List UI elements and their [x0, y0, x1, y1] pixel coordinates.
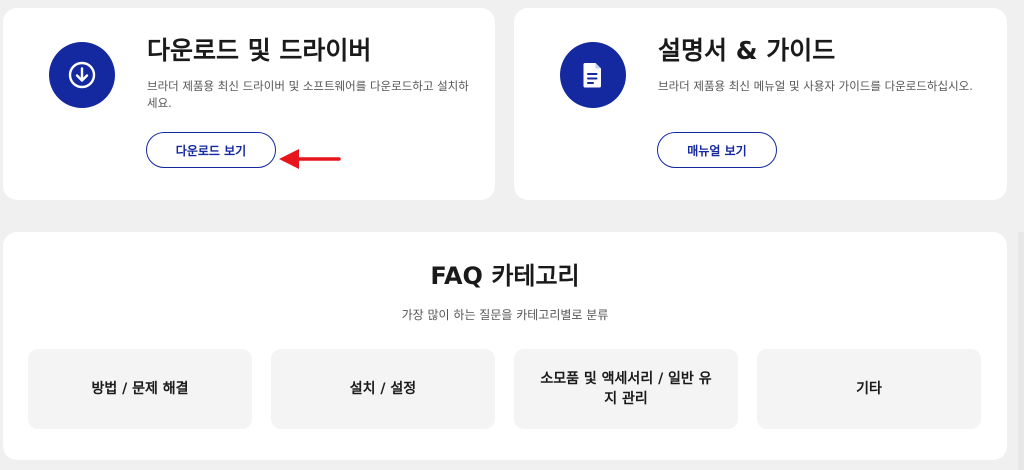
support-page: 다운로드 및 드라이버 브라더 제품용 최신 드라이버 및 소프트웨어를 다운로… — [0, 0, 1024, 470]
manual-card-description: 브라더 제품용 최신 메뉴얼 및 사용자 가이드를 다운로드하십시오. — [658, 79, 973, 93]
faq-category-install[interactable]: 설치 / 설정 — [271, 349, 495, 429]
document-icon — [560, 42, 626, 108]
faq-category-supplies[interactable]: 소모품 및 액세서리 / 일반 유지 관리 — [514, 349, 738, 429]
download-card-description: 브라더 제품용 최신 드라이버 및 소프트웨어를 다운로드하고 설치하세요. — [147, 79, 469, 110]
download-card-title: 다운로드 및 드라이버 — [147, 36, 372, 65]
scrollbar-track[interactable] — [1018, 232, 1024, 470]
download-card: 다운로드 및 드라이버 브라더 제품용 최신 드라이버 및 소프트웨어를 다운로… — [3, 8, 495, 200]
faq-title: FAQ 카테고리 — [430, 262, 580, 290]
faq-category-other[interactable]: 기타 — [757, 349, 981, 429]
faq-section: FAQ 카테고리 가장 많이 하는 질문을 카테고리별로 분류 방법 / 문제 … — [3, 232, 1007, 460]
red-arrow-annotation-icon — [279, 149, 341, 169]
manual-card: 설명서 & 가이드 브라더 제품용 최신 메뉴얼 및 사용자 가이드를 다운로드… — [514, 8, 1007, 200]
manual-card-title: 설명서 & 가이드 — [658, 36, 836, 65]
view-downloads-button[interactable]: 다운로드 보기 — [146, 132, 276, 168]
faq-subtitle: 가장 많이 하는 질문을 카테고리별로 분류 — [401, 308, 609, 322]
faq-category-howto[interactable]: 방법 / 문제 해결 — [28, 349, 252, 429]
download-circle-icon — [49, 42, 115, 108]
faq-category-grid: 방법 / 문제 해결 설치 / 설정 소모품 및 액세서리 / 일반 유지 관리… — [28, 349, 981, 429]
view-manuals-button[interactable]: 매뉴얼 보기 — [657, 132, 777, 168]
